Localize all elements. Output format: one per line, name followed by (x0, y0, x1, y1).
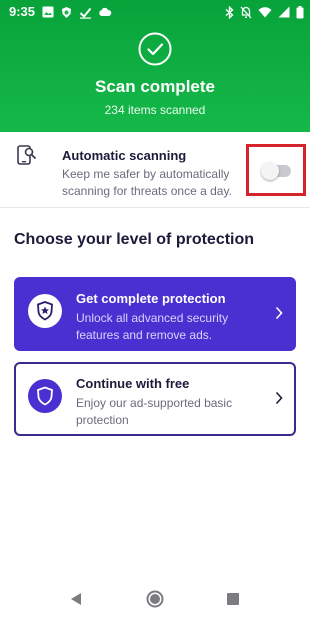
automatic-scanning-toggle[interactable] (261, 162, 291, 180)
back-icon[interactable] (70, 592, 82, 606)
battery-icon (296, 5, 304, 18)
premium-card-title: Get complete protection (76, 291, 226, 306)
scan-result-header: 9:35 Scan complete 234 items scanned (0, 0, 310, 132)
free-icon-badge (28, 379, 62, 413)
mute-icon (240, 6, 252, 18)
free-card-description: Enjoy our ad-supported basic protection (76, 396, 233, 427)
check-circle-icon (138, 32, 172, 66)
shield-bug-icon (62, 6, 71, 18)
scan-title: Scan complete (95, 77, 215, 96)
signal-icon (278, 6, 290, 18)
automatic-scanning-description: Keep me safer by automatically scanning … (62, 167, 232, 198)
automatic-scanning-title: Automatic scanning (62, 148, 187, 163)
free-card-title: Continue with free (76, 376, 190, 391)
status-bar: 9:35 (0, 0, 310, 24)
shield-star-icon (37, 301, 53, 321)
scan-subtitle: 234 items scanned (104, 103, 206, 117)
chevron-right-icon (275, 391, 283, 405)
cloud-icon (99, 7, 112, 16)
chevron-right-icon (275, 306, 283, 320)
get-complete-protection-card[interactable]: Get complete protection Unlock all advan… (14, 277, 296, 351)
check-icon (79, 7, 92, 19)
premium-icon-badge (28, 294, 62, 328)
phone-search-icon (17, 145, 36, 165)
bluetooth-icon (225, 5, 234, 19)
protection-heading: Choose your level of protection (14, 231, 255, 248)
continue-with-free-card[interactable]: Continue with free Enjoy our ad-supporte… (14, 362, 296, 436)
wifi-icon (258, 7, 272, 18)
premium-card-description: Unlock all advanced security features an… (76, 311, 229, 342)
system-navigation-bar (0, 578, 310, 620)
shield-icon (37, 386, 53, 406)
toggle-knob (261, 162, 279, 180)
recent-apps-icon[interactable] (227, 593, 239, 605)
home-icon[interactable] (146, 590, 164, 608)
status-time: 9:35 (9, 4, 36, 19)
image-icon (42, 6, 54, 18)
